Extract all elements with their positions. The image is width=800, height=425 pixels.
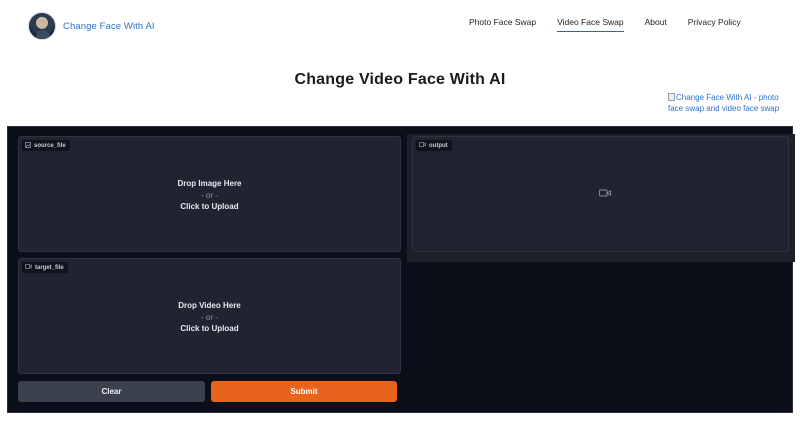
page: Change Face With AI Photo Face Swap Vide…: [0, 0, 800, 425]
page-title: Change Video Face With AI: [294, 71, 506, 88]
nav-video-face-swap[interactable]: Video Face Swap: [557, 17, 624, 32]
brand-name: Change Face With AI: [63, 20, 155, 32]
broken-image-icon: [668, 93, 675, 101]
image-icon: [25, 141, 31, 150]
source-drop-text: Drop Image Here - or - Click to Upload: [177, 179, 242, 211]
output-video: output: [412, 136, 789, 252]
target-drop-text: Drop Video Here - or - Click to Upload: [178, 301, 241, 333]
target-file-label: target_file: [22, 262, 68, 273]
logo-avatar: [28, 12, 56, 40]
broken-image-alt-text: Change Face With AI - photo face swap an…: [668, 93, 780, 113]
nav-about[interactable]: About: [645, 17, 667, 32]
video-placeholder-icon: [599, 189, 611, 197]
broken-image: Change Face With AI - photo face swap an…: [668, 92, 792, 114]
target-file-dropzone[interactable]: target_file Drop Video Here - or - Click…: [18, 258, 401, 374]
main-nav: Photo Face Swap Video Face Swap About Pr…: [469, 17, 762, 32]
source-file-dropzone[interactable]: source_file Drop Image Here - or - Click…: [18, 136, 401, 252]
video-icon: [419, 142, 426, 149]
submit-button[interactable]: Submit: [211, 381, 397, 402]
nav-photo-face-swap[interactable]: Photo Face Swap: [469, 17, 536, 32]
gradio-app: source_file Drop Image Here - or - Click…: [7, 126, 795, 413]
brand-link[interactable]: Change Face With AI: [28, 12, 155, 40]
clear-button[interactable]: Clear: [18, 381, 205, 402]
output-column: output: [407, 134, 795, 262]
output-label: output: [416, 140, 452, 151]
nav-privacy-policy[interactable]: Privacy Policy: [688, 17, 741, 32]
source-file-label: source_file: [22, 140, 70, 151]
video-icon: [25, 264, 32, 271]
